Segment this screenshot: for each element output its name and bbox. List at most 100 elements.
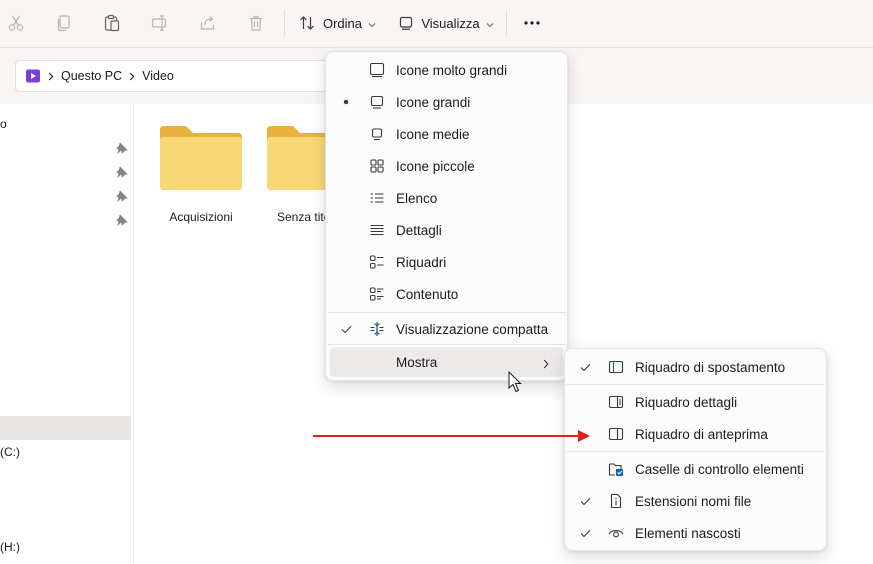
details-pane-icon [607, 393, 625, 411]
more-icon [523, 20, 541, 26]
menu-item-label: Riquadro di anteprima [635, 426, 768, 442]
navigation-pane: o (C:) (H:) [0, 104, 134, 564]
menu-item-label: Elementi nascosti [635, 525, 741, 541]
sidebar-item-drive-h[interactable]: (H:) [0, 540, 20, 554]
address-bar[interactable]: Questo PC Video [15, 60, 347, 92]
sidebar-item-drive-c[interactable]: (C:) [0, 445, 20, 459]
menu-item-label: Caselle di controllo elementi [635, 461, 804, 477]
chevron-down-icon [368, 16, 376, 31]
toolbar-separator [284, 10, 285, 36]
view-icon [398, 15, 414, 31]
sort-icon [298, 14, 316, 32]
annotation-arrow-line [313, 435, 583, 437]
breadcrumb-this-pc[interactable]: Questo PC [61, 69, 122, 83]
menu-item-details-pane[interactable]: Riquadro dettagli [565, 386, 826, 418]
toolbar-separator [506, 10, 507, 36]
pin-icon [116, 166, 128, 178]
tiles-icon [368, 253, 386, 271]
menu-item-small-icons[interactable]: Icone piccole [326, 150, 567, 182]
delete-button[interactable] [244, 8, 268, 38]
sort-label: Ordina [322, 15, 363, 31]
scissors-icon [7, 14, 25, 32]
pin-icon [116, 214, 128, 226]
command-bar: Ordina Visualizza [0, 0, 873, 48]
menu-item-label: Riquadro di spostamento [635, 359, 786, 375]
chevron-right-icon [129, 72, 135, 81]
medium-icons-icon [368, 125, 386, 143]
menu-item-label: Riquadro dettagli [635, 394, 738, 410]
folder-icon [160, 126, 242, 190]
pin-icon [116, 142, 128, 154]
menu-item-label: Icone molto grandi [396, 62, 508, 78]
menu-item-label: Icone piccole [396, 158, 475, 174]
checkmark-icon [579, 527, 591, 539]
menu-item-tiles[interactable]: Riquadri [326, 246, 567, 278]
menu-item-content[interactable]: Contenuto [326, 278, 567, 310]
chevron-down-icon [486, 16, 494, 31]
content-icon [368, 285, 386, 303]
compact-view-icon [368, 320, 386, 338]
menu-item-label: Dettagli [396, 222, 442, 238]
menu-item-large-icons[interactable]: Icone grandi [326, 86, 567, 118]
small-icons-icon [368, 157, 386, 175]
annotation-arrow-head [578, 430, 590, 442]
menu-item-item-checkboxes[interactable]: Caselle di controllo elementi [565, 453, 826, 485]
menu-divider [566, 384, 825, 385]
sidebar-item-label[interactable]: o [0, 117, 7, 131]
delete-icon [247, 14, 265, 32]
mouse-cursor [508, 370, 522, 396]
cut-button[interactable] [4, 8, 28, 38]
checkmark-icon [340, 323, 352, 335]
view-button[interactable]: Visualizza [398, 8, 494, 38]
menu-item-extra-large-icons[interactable]: Icone molto grandi [326, 54, 567, 86]
menu-item-label: Contenuto [396, 286, 459, 302]
pin-icon [116, 190, 128, 202]
large-icons-icon [368, 93, 386, 111]
extra-large-icons-icon [368, 61, 386, 79]
more-options-button[interactable] [518, 8, 546, 38]
menu-item-list[interactable]: Elenco [326, 182, 567, 214]
videos-folder-icon [25, 68, 41, 84]
menu-item-file-extensions[interactable]: Estensioni nomi file [565, 485, 826, 517]
rename-icon [151, 14, 169, 32]
sort-button[interactable]: Ordina [296, 8, 378, 38]
breadcrumb-video[interactable]: Video [142, 69, 174, 83]
chevron-right-icon [48, 72, 54, 81]
view-label: Visualizza [421, 15, 480, 31]
eye-icon [607, 524, 625, 542]
preview-pane-icon [607, 425, 625, 443]
share-button[interactable] [196, 8, 220, 38]
menu-item-details[interactable]: Dettagli [326, 214, 567, 246]
menu-item-show[interactable]: Mostra [330, 347, 563, 377]
copy-button[interactable] [52, 8, 76, 38]
menu-item-medium-icons[interactable]: Icone medie [326, 118, 567, 150]
menu-item-label: Elenco [396, 190, 438, 206]
rename-button[interactable] [148, 8, 172, 38]
menu-item-label: Icone medie [396, 126, 470, 142]
copy-icon [55, 14, 73, 32]
folder-label: Acquisizioni [169, 210, 233, 224]
menu-divider [327, 344, 566, 345]
show-submenu: Riquadro di spostamento Riquadro dettagl… [564, 348, 827, 551]
menu-divider [566, 451, 825, 452]
menu-item-navigation-pane[interactable]: Riquadro di spostamento [565, 351, 826, 383]
menu-item-preview-pane[interactable]: Riquadro di anteprima [565, 418, 826, 450]
view-menu: Icone molto grandi Icone grandi Icone me… [325, 51, 568, 381]
list-icon [368, 189, 386, 207]
chevron-right-icon [543, 357, 549, 372]
menu-item-label: Riquadri [396, 254, 447, 270]
checkmark-icon [579, 361, 591, 373]
menu-item-compact-view[interactable]: Visualizzazione compatta [326, 313, 567, 345]
bullet-icon [340, 96, 352, 108]
sidebar-item-selected[interactable] [0, 416, 131, 440]
file-extension-icon [607, 492, 625, 510]
paste-button[interactable] [100, 8, 124, 38]
menu-item-label: Mostra [396, 354, 438, 370]
menu-item-label: Visualizzazione compatta [396, 321, 549, 337]
details-icon [368, 221, 386, 239]
paste-icon [103, 14, 121, 32]
checkbox-icon [607, 460, 625, 478]
menu-item-hidden-items[interactable]: Elementi nascosti [565, 517, 826, 549]
share-icon [199, 14, 217, 32]
menu-item-label: Icone grandi [396, 94, 471, 110]
